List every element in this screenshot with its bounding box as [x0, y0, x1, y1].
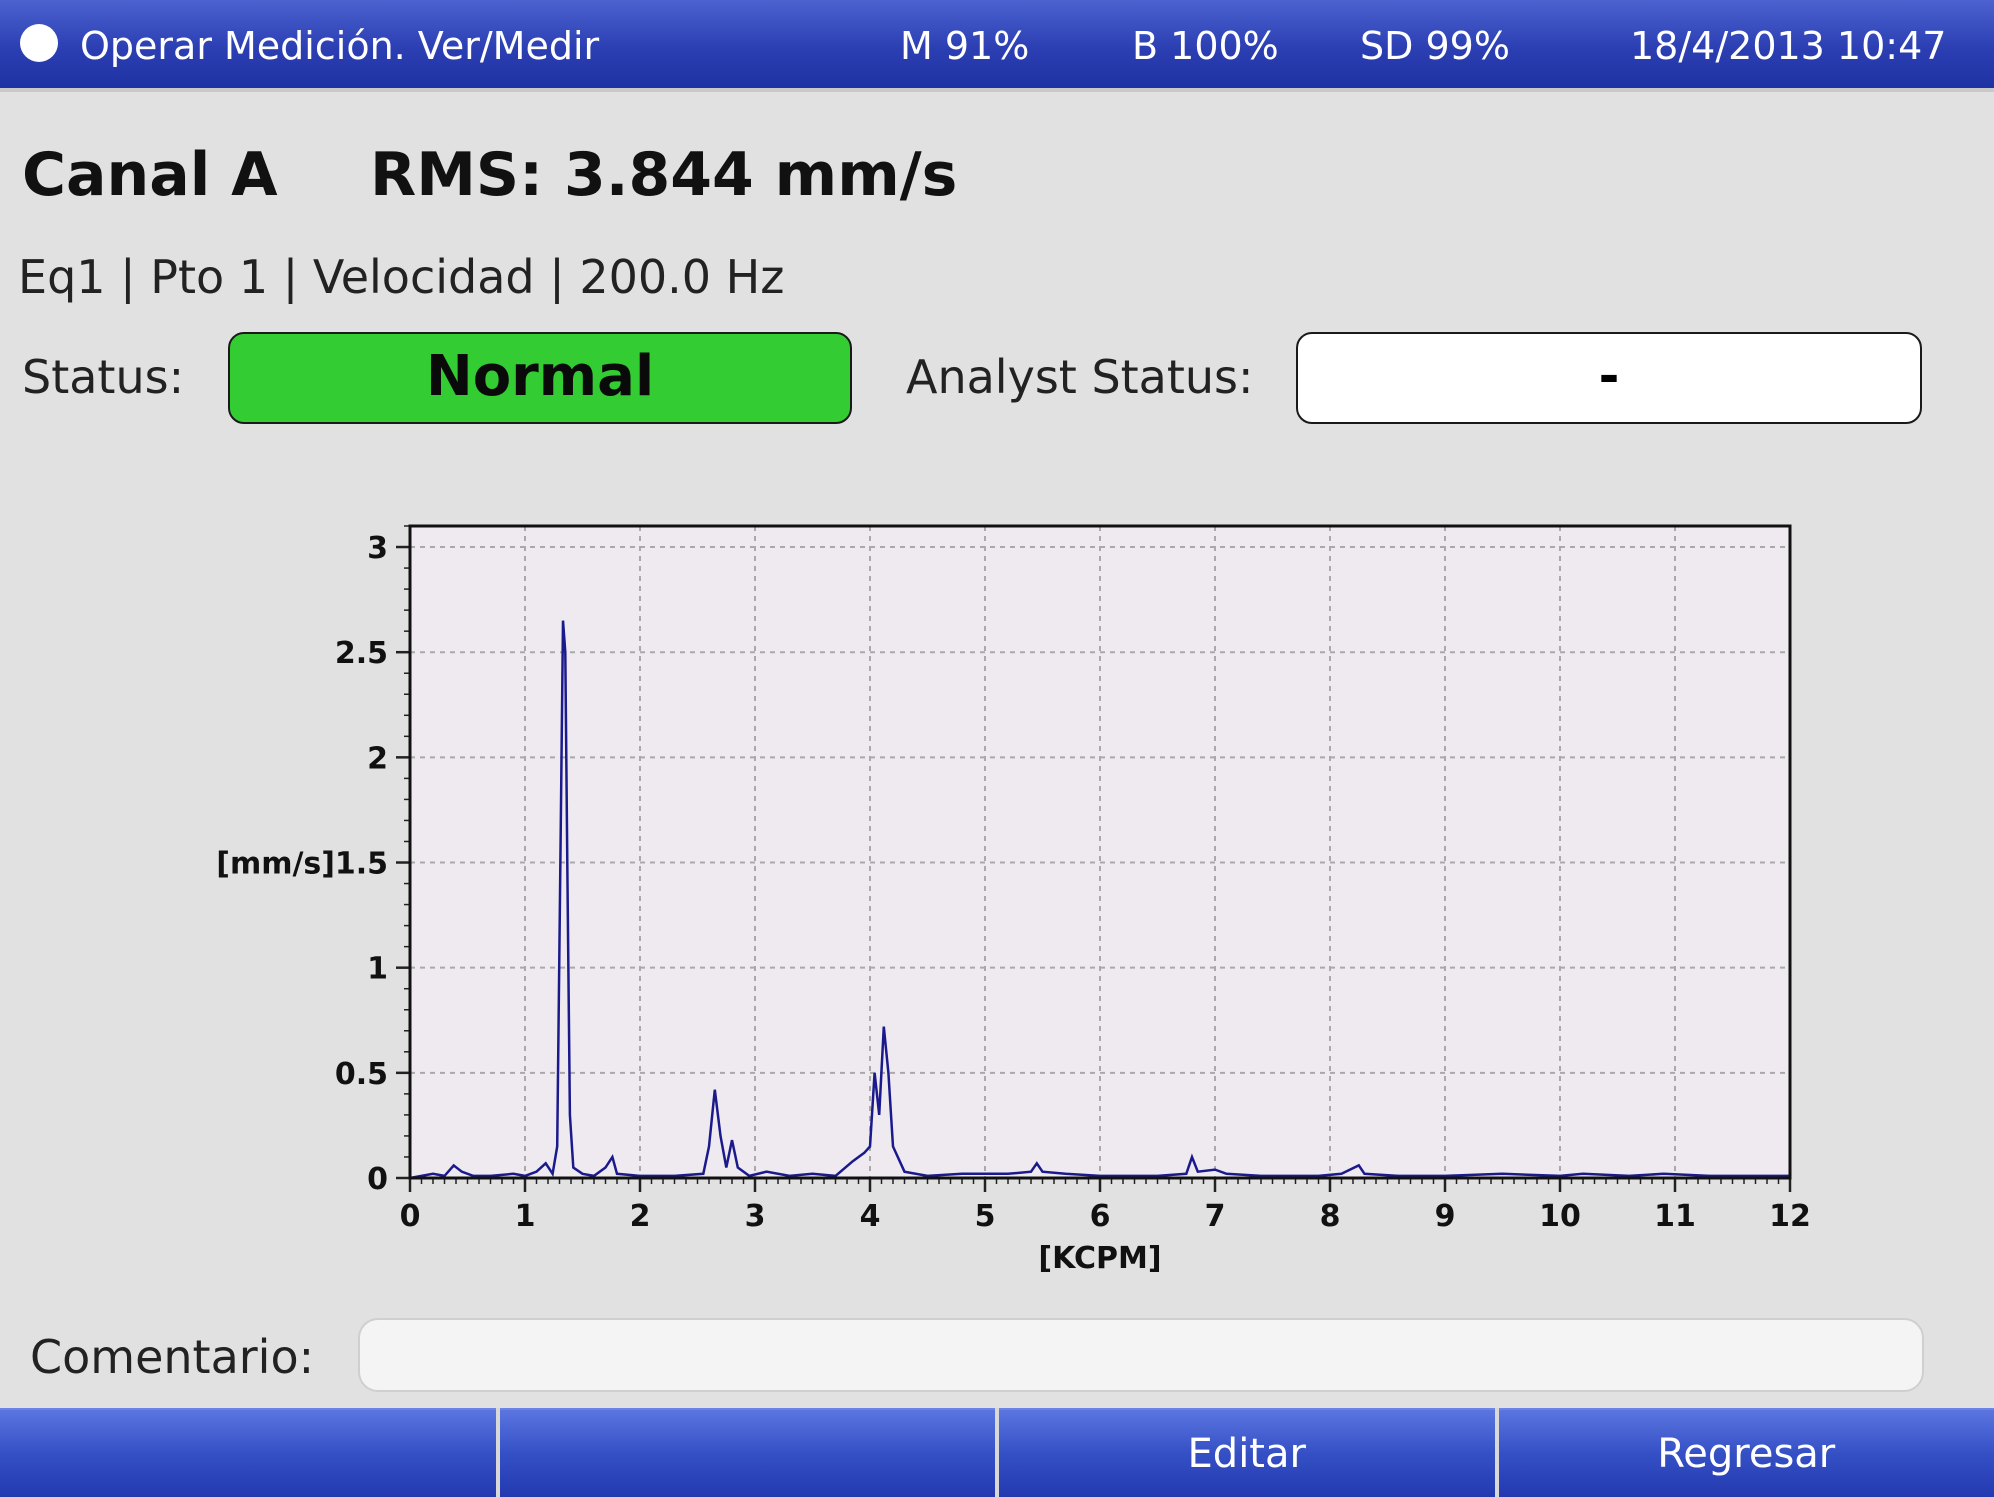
x-tick-label: 11 [1654, 1199, 1696, 1234]
x-tick-label: 5 [975, 1199, 996, 1234]
y-tick-label: 0 [367, 1162, 388, 1197]
x-tick-label: 3 [745, 1199, 766, 1234]
y-tick-label: 0.5 [335, 1057, 388, 1092]
analyst-status-label: Analyst Status: [906, 350, 1254, 404]
x-tick-label: 12 [1769, 1199, 1811, 1234]
function-button-2[interactable] [499, 1408, 995, 1497]
x-tick-label: 6 [1090, 1199, 1111, 1234]
rms-value: RMS: 3.844 mm/s [370, 140, 958, 210]
battery-indicator: B 100% [1132, 24, 1279, 68]
y-tick-label: 2.5 [335, 636, 388, 671]
x-tick-label: 9 [1435, 1199, 1456, 1234]
y-tick-label: 1 [367, 952, 388, 987]
x-axis-label: [KCPM] [1038, 1241, 1161, 1276]
status-badge: Normal [228, 332, 852, 424]
function-button-1[interactable] [0, 1408, 496, 1497]
datetime: 18/4/2013 10:47 [1630, 24, 1947, 68]
sd-indicator: SD 99% [1360, 24, 1510, 68]
edit-button[interactable]: Editar [999, 1408, 1495, 1497]
x-tick-label: 8 [1320, 1199, 1341, 1234]
back-button[interactable]: Regresar [1498, 1408, 1994, 1497]
y-tick-label: 2 [367, 741, 388, 776]
x-tick-label: 4 [860, 1199, 881, 1234]
y-tick-label: 3 [367, 531, 388, 566]
window-title: Operar Medición. Ver/Medir [80, 24, 600, 68]
status-label: Status: [22, 350, 185, 404]
measurement-info: Eq1 | Pto 1 | Velocidad | 200.0 Hz [18, 250, 785, 304]
analyst-status-field[interactable]: - [1296, 332, 1922, 424]
y-tick-label: 1.5 [335, 847, 388, 882]
status-dot-icon [20, 24, 58, 62]
x-tick-label: 7 [1205, 1199, 1226, 1234]
comment-label: Comentario: [30, 1330, 315, 1384]
x-tick-label: 2 [630, 1199, 651, 1234]
channel-label: Canal A [22, 140, 278, 210]
x-tick-label: 1 [515, 1199, 536, 1234]
spectrum-chart: 0 1 2 3 4 5 6 7 8 9 10 11 1200.511.522.53[KCPM][mm/s… [216, 524, 1811, 1276]
x-tick-label: 10 [1539, 1199, 1581, 1234]
title-divider [0, 88, 1994, 92]
title-bar: Operar Medición. Ver/Medir M 91% B 100% … [0, 0, 1994, 88]
function-bar: Editar Regresar [0, 1408, 1994, 1497]
comment-input[interactable] [358, 1318, 1924, 1392]
x-tick-label: 0 [400, 1199, 421, 1234]
memory-indicator: M 91% [900, 24, 1030, 68]
y-axis-label: [mm/s] [216, 847, 335, 882]
